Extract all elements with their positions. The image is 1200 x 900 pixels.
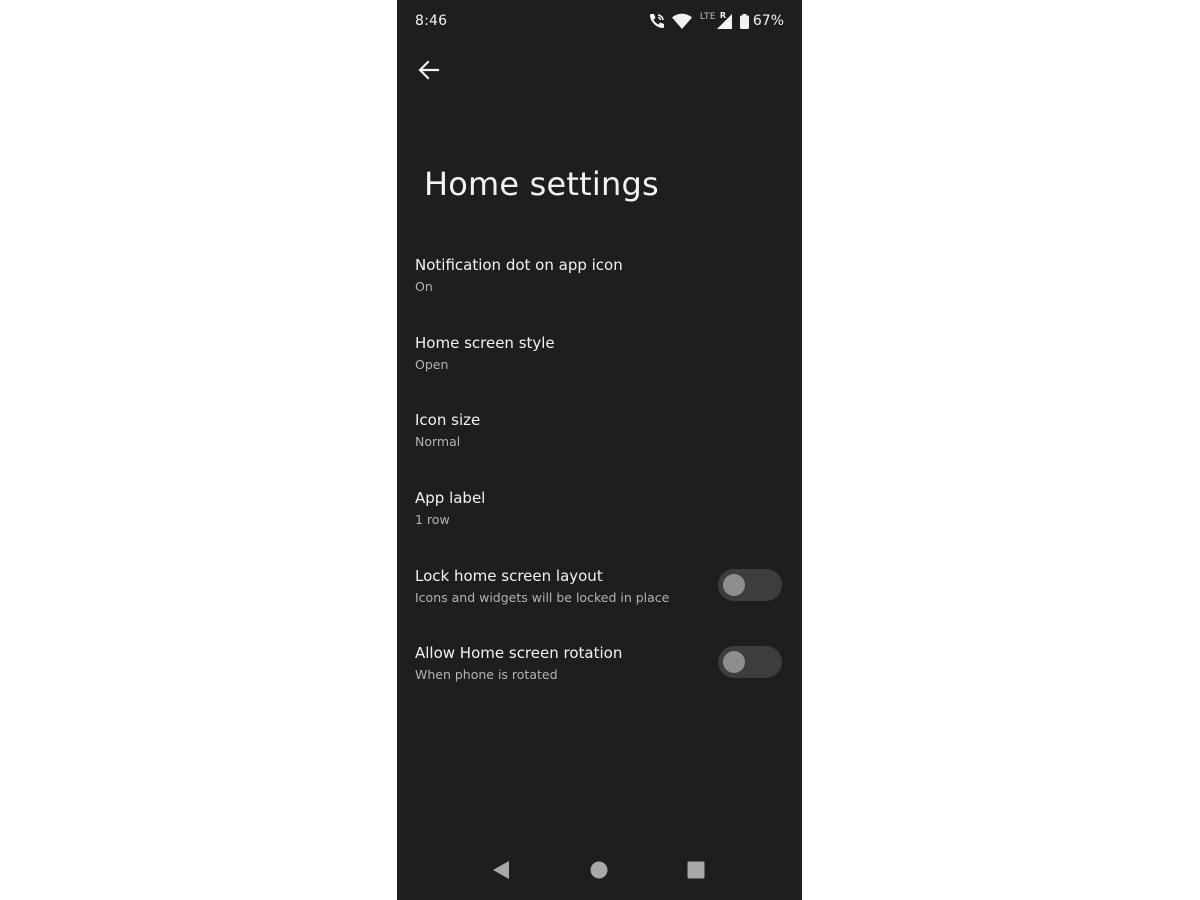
page-title: Home settings [424, 165, 659, 203]
setting-icon-size[interactable]: Icon size Normal [397, 411, 802, 481]
setting-title: Lock home screen layout [415, 567, 603, 585]
rotation-toggle[interactable] [718, 646, 782, 678]
status-bar: 8:46 LTE R 67% [397, 0, 802, 44]
setting-title: Icon size [415, 411, 481, 429]
nav-recents-button[interactable] [678, 852, 714, 888]
setting-summary: Icons and widgets will be locked in plac… [415, 590, 670, 605]
setting-summary: On [415, 279, 433, 294]
setting-title: Home screen style [415, 334, 555, 352]
setting-summary: 1 row [415, 512, 450, 527]
setting-home-screen-style[interactable]: Home screen style Open [397, 334, 802, 404]
setting-lock-home-screen-layout[interactable]: Lock home screen layout Icons and widget… [397, 567, 802, 637]
setting-summary: Normal [415, 434, 461, 449]
nav-home-button[interactable] [581, 852, 617, 888]
status-time: 8:46 [415, 13, 448, 29]
setting-notification-dot[interactable]: Notification dot on app icon On [397, 256, 802, 326]
navigation-bar [397, 842, 802, 900]
setting-title: App label [415, 489, 486, 507]
setting-summary: Open [415, 357, 449, 372]
wifi-icon [671, 13, 692, 29]
nav-home-icon [590, 861, 608, 879]
battery-percentage: 67% [752, 13, 784, 29]
nav-back-button[interactable] [483, 852, 519, 888]
toggle-knob [723, 574, 745, 596]
setting-title: Notification dot on app icon [415, 256, 623, 274]
setting-title: Allow Home screen rotation [415, 644, 623, 662]
setting-allow-rotation[interactable]: Allow Home screen rotation When phone is… [397, 644, 802, 714]
back-button[interactable] [411, 52, 447, 88]
setting-app-label[interactable]: App label 1 row [397, 489, 802, 559]
phone-screen: 8:46 LTE R 67% Home settings Notificatio… [397, 0, 802, 900]
back-arrow-icon [418, 60, 440, 80]
nav-recents-icon [687, 861, 705, 879]
lock-layout-toggle[interactable] [718, 569, 782, 601]
cell-signal-icon: LTE R [698, 10, 734, 32]
nav-back-icon [493, 861, 509, 879]
setting-summary: When phone is rotated [415, 667, 558, 682]
status-icons: LTE R 67% [648, 10, 784, 32]
battery-icon [739, 13, 749, 29]
toggle-knob [723, 651, 745, 673]
wifi-calling-icon [648, 12, 666, 30]
